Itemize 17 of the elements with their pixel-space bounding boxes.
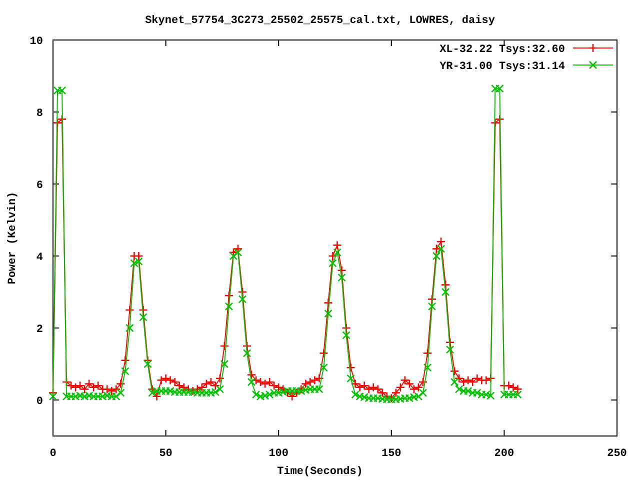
legend-label: YR-31.00 Tsys:31.14 [440, 61, 565, 73]
legend-label: XL-32.22 Tsys:32.60 [440, 44, 565, 56]
x-axis-label: Time(Seconds) [277, 466, 363, 478]
tick-label: 6 [36, 180, 43, 192]
tick-label: 200 [494, 448, 514, 460]
tick-label: 250 [607, 448, 627, 460]
chart-title: Skynet_57754_3C273_25502_25575_cal.txt, LOWRES, daisy [145, 15, 495, 27]
tick-label: 10 [30, 36, 43, 48]
tick-label: 100 [268, 448, 288, 460]
tick-label: 4 [36, 252, 43, 264]
tick-label: 150 [382, 448, 402, 460]
tick-label: 2 [36, 324, 43, 336]
y-axis-label: Power (Kelvin) [7, 192, 19, 284]
tick-label: 0 [36, 396, 43, 408]
tick-label: 50 [159, 448, 172, 460]
tick-label: 8 [36, 108, 43, 120]
tick-label: 0 [50, 448, 56, 460]
